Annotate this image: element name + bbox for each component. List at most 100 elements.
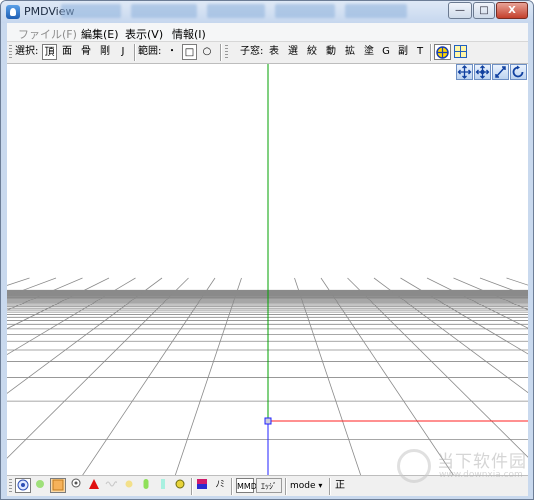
grid-line (294, 277, 362, 475)
toolbar-separator (430, 44, 432, 61)
status-green-tool-button[interactable] (33, 478, 47, 493)
app-window: PMDView — □ X ファイル(F) 編集(E) 表示(V) 情報(I) … (0, 0, 534, 500)
status-color-button[interactable] (195, 478, 209, 493)
grid-line (7, 277, 110, 330)
grid-line (174, 277, 242, 475)
child-sub-button[interactable]: 副 (396, 44, 410, 60)
status-capsule-button[interactable] (139, 478, 153, 493)
child-filter-button[interactable]: 絞 (305, 44, 319, 60)
toolbar-grip[interactable] (225, 45, 228, 60)
select-bone-button[interactable]: 骨 (79, 44, 93, 60)
status-edge-button[interactable]: ｴｯｼﾞ (256, 478, 282, 493)
grid-line (7, 277, 136, 356)
quad-view-button[interactable] (453, 44, 468, 60)
reset-view-icon (512, 65, 524, 78)
yellow-shape-icon (125, 480, 133, 488)
blurred-taskbar-region (61, 4, 431, 20)
statusbar-separator (231, 478, 233, 495)
watermark-title: 当下软件园 (437, 452, 527, 472)
green-capsule-icon (143, 479, 149, 489)
status-joint-button[interactable] (173, 478, 187, 493)
child-select-button[interactable]: 選 (286, 44, 300, 60)
grid-line (82, 277, 216, 475)
watermark-url: www.downxia.com (439, 470, 523, 480)
child-window-label: 子窓: (240, 46, 264, 57)
origin-marker[interactable] (264, 417, 272, 425)
status-yellow-button[interactable] (122, 478, 136, 493)
status-cyan-button[interactable] (156, 478, 170, 493)
toolbar: 選択: 頂 面 骨 剛 J 範囲: ・ □ ○ 子窓: 表 選 絞 動 拡 塗 … (7, 42, 528, 64)
quad-view-icon (454, 45, 467, 58)
watermark: 当下软件园 www.downxia.com (391, 443, 531, 489)
grid-line (7, 277, 163, 394)
menu-info[interactable]: 情報(I) (172, 26, 206, 42)
cyan-bar-icon (161, 479, 165, 489)
child-table-button[interactable]: 表 (267, 44, 281, 60)
grid-line (7, 277, 189, 459)
status-wave-button[interactable] (104, 478, 118, 493)
status-nomi-button[interactable]: ﾉﾐ (212, 478, 228, 493)
statusbar-separator (329, 478, 331, 495)
toolbar-grip[interactable] (9, 45, 12, 60)
select-face-button[interactable]: 面 (60, 44, 74, 60)
range-label: 範囲: (138, 46, 162, 57)
child-g-button[interactable]: G (380, 44, 392, 60)
wave-icon (105, 481, 118, 487)
status-triangle-button[interactable] (87, 478, 101, 493)
range-point-button[interactable]: ・ (165, 44, 179, 60)
child-paint-button[interactable]: 塗 (362, 44, 376, 60)
move-icon (457, 65, 472, 79)
target-icon (436, 46, 449, 59)
toolbar-separator (134, 44, 136, 61)
range-circle-button[interactable]: ○ (200, 44, 214, 60)
status-mmd-button[interactable]: MMD (236, 478, 257, 493)
reset-view-button[interactable] (510, 64, 527, 80)
grid-line (7, 277, 30, 286)
maximize-button[interactable]: □ (473, 2, 495, 19)
toolbar-separator (220, 44, 222, 61)
menu-view[interactable]: 表示(V) (125, 26, 163, 42)
select-label: 選択: (15, 46, 39, 57)
mode-dropdown-label: mode (290, 481, 316, 491)
ground-grid (7, 64, 528, 475)
app-icon (6, 5, 20, 19)
chevron-down-icon: ▾ (318, 481, 323, 490)
red-triangle-icon (89, 479, 99, 489)
child-move-button[interactable]: 動 (324, 44, 338, 60)
close-button[interactable]: X (496, 2, 528, 19)
title-bar[interactable]: PMDView — □ X (1, 1, 533, 23)
child-scale-button[interactable]: 拡 (343, 44, 357, 60)
select-vertex-button[interactable]: 頂 (42, 44, 57, 60)
select-joint-button[interactable]: J (117, 44, 129, 60)
statusbar-separator (285, 478, 287, 495)
dot-icon (71, 478, 81, 488)
radio-target-icon (17, 479, 29, 491)
minimize-button[interactable]: — (448, 2, 472, 19)
menu-bar: ファイル(F) 編集(E) 表示(V) 情報(I) (7, 23, 528, 42)
range-rect-button[interactable]: □ (182, 44, 197, 60)
zoom-view-button[interactable] (492, 64, 509, 80)
status-target-button[interactable] (15, 478, 31, 493)
child-t-button[interactable]: T (414, 44, 426, 60)
orange-grid-icon (52, 479, 64, 491)
grid-line (7, 277, 83, 311)
watermark-logo-icon (397, 449, 431, 483)
rotate-icon (475, 65, 490, 79)
status-grid-button[interactable] (50, 478, 66, 493)
statusbar-grip[interactable] (9, 479, 12, 494)
green-star-icon (36, 480, 44, 488)
target-view-button[interactable] (434, 44, 451, 60)
joint-icon (175, 479, 185, 489)
mode-dropdown[interactable]: mode ▾ (288, 478, 328, 493)
3d-viewport[interactable] (7, 64, 528, 475)
select-rigid-button[interactable]: 剛 (98, 44, 112, 60)
move-view-button[interactable] (456, 64, 473, 80)
status-dot-button[interactable] (69, 478, 83, 493)
zoom-icon (495, 66, 506, 78)
rotate-view-button[interactable] (474, 64, 491, 80)
menu-edit[interactable]: 編集(E) (81, 26, 119, 42)
color-swatch-icon (197, 479, 207, 489)
menu-file[interactable]: ファイル(F) (18, 26, 77, 42)
status-sei-button[interactable]: 正 (332, 478, 348, 493)
statusbar-separator (191, 478, 193, 495)
